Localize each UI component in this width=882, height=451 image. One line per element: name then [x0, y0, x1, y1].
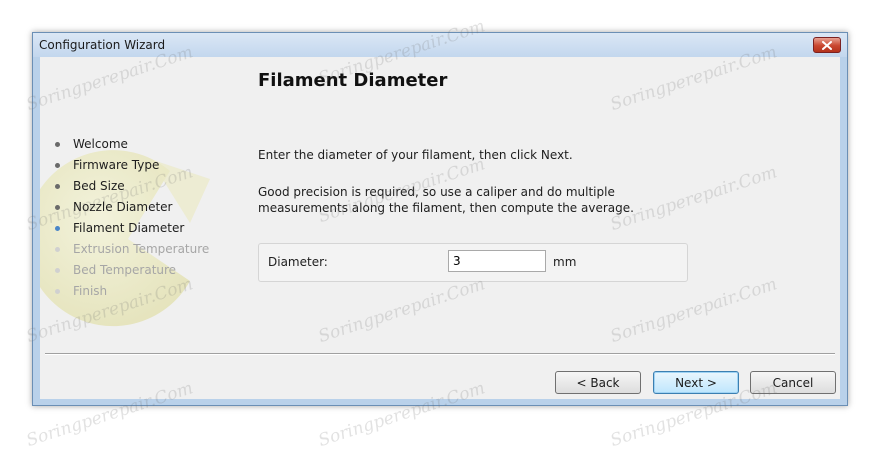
step-bullet [55, 163, 60, 168]
close-icon [822, 40, 832, 50]
step-label: Nozzle Diameter [73, 200, 173, 214]
wizard-client-area: Welcome Firmware Type Bed Size Nozzle Di… [40, 57, 840, 399]
window-title: Configuration Wizard [39, 38, 166, 52]
diameter-input[interactable] [448, 250, 546, 272]
step-label: Welcome [73, 137, 128, 151]
step-filament-diameter: Filament Diameter [51, 218, 209, 239]
diameter-group: Diameter: mm [258, 243, 688, 282]
step-finish: Finish [51, 281, 209, 302]
diameter-unit: mm [553, 255, 577, 269]
step-label: Bed Temperature [73, 263, 177, 277]
close-button[interactable] [813, 37, 841, 53]
separator-line [45, 353, 835, 355]
next-button[interactable]: Next > [653, 371, 739, 394]
back-button[interactable]: < Back [555, 371, 641, 394]
step-extrusion-temperature: Extrusion Temperature [51, 239, 209, 260]
step-bullet [55, 184, 60, 189]
step-bed-size: Bed Size [51, 176, 209, 197]
step-bullet [55, 142, 60, 147]
step-bullet [55, 247, 60, 252]
step-label: Extrusion Temperature [73, 242, 210, 256]
step-bed-temperature: Bed Temperature [51, 260, 209, 281]
step-welcome: Welcome [51, 134, 209, 155]
step-label: Filament Diameter [73, 221, 185, 235]
step-bullet [55, 268, 60, 273]
title-bar[interactable]: Configuration Wizard [33, 33, 847, 57]
step-bullet [55, 226, 60, 231]
step-bullet [55, 205, 60, 210]
precision-note: Good precision is required, so use a cal… [258, 185, 634, 215]
instruction-text: Enter the diameter of your filament, the… [258, 148, 573, 162]
step-nozzle-diameter: Nozzle Diameter [51, 197, 209, 218]
wizard-step-list: Welcome Firmware Type Bed Size Nozzle Di… [51, 134, 209, 302]
cancel-button[interactable]: Cancel [750, 371, 836, 394]
page-title: Filament Diameter [258, 70, 448, 91]
diameter-label: Diameter: [268, 255, 328, 269]
step-label: Firmware Type [73, 158, 160, 172]
step-bullet [55, 289, 60, 294]
step-firmware-type: Firmware Type [51, 155, 209, 176]
step-label: Finish [73, 284, 108, 298]
step-label: Bed Size [73, 179, 125, 193]
wizard-window: Configuration Wizard Welcome Firmware Ty… [32, 32, 848, 406]
